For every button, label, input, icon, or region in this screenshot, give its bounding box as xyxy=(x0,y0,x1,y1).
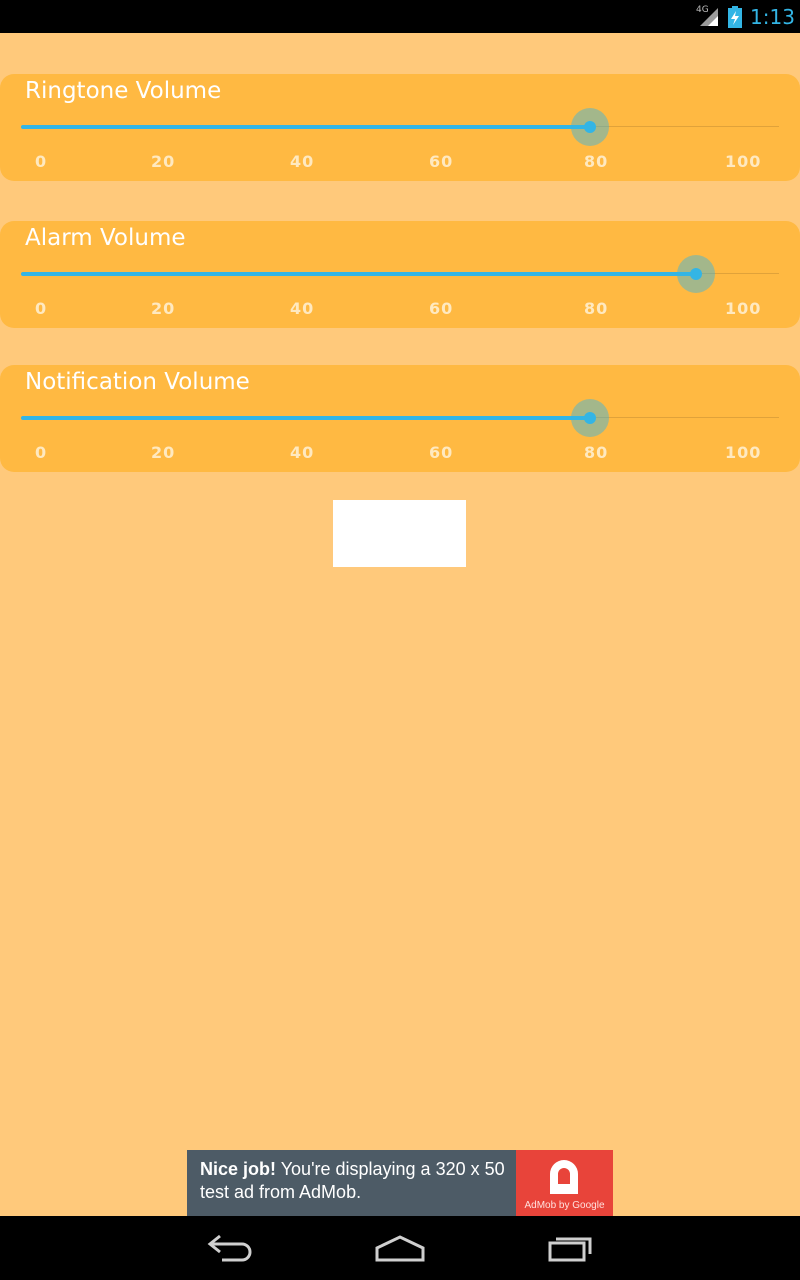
alarm-volume-slider[interactable] xyxy=(21,255,779,293)
scale-label: 60 xyxy=(429,443,454,462)
signal-icon: 4G xyxy=(696,5,720,28)
slider-thumb[interactable] xyxy=(689,268,702,280)
scale-label: 80 xyxy=(584,299,609,318)
scale-label: 0 xyxy=(35,299,48,318)
alarm-volume-card: Alarm Volume 0 20 40 60 80 100 xyxy=(0,221,800,328)
home-button[interactable] xyxy=(370,1230,430,1266)
slider-thumb[interactable] xyxy=(583,412,596,424)
ringtone-volume-card: Ringtone Volume 0 20 40 60 80 100 xyxy=(0,74,800,181)
volume-scale: 0 20 40 60 80 100 xyxy=(0,152,800,172)
battery-charging-icon xyxy=(728,6,742,28)
scale-label: 40 xyxy=(290,443,315,462)
slider-fill xyxy=(21,125,590,129)
notification-volume-card: Notification Volume 0 20 40 60 80 100 xyxy=(0,365,800,472)
volume-scale: 0 20 40 60 80 100 xyxy=(0,299,800,319)
scale-label: 20 xyxy=(151,443,176,462)
scale-label: 80 xyxy=(584,443,609,462)
scale-label: 40 xyxy=(290,152,315,171)
ad-banner[interactable]: Nice job! You're displaying a 320 x 50 t… xyxy=(187,1150,613,1216)
network-type-label: 4G xyxy=(696,5,709,15)
admob-logo: AdMob by Google xyxy=(516,1150,613,1216)
scale-label: 100 xyxy=(725,443,762,462)
ringtone-volume-slider[interactable] xyxy=(21,108,779,146)
back-icon xyxy=(207,1234,252,1262)
scale-label: 20 xyxy=(151,299,176,318)
notification-volume-slider[interactable] xyxy=(21,399,779,437)
scale-label: 40 xyxy=(290,299,315,318)
scale-label: 20 xyxy=(151,152,176,171)
scale-label: 60 xyxy=(429,152,454,171)
scale-label: 60 xyxy=(429,299,454,318)
scale-label: 0 xyxy=(35,152,48,171)
recents-icon xyxy=(548,1237,592,1262)
blank-placeholder xyxy=(333,500,466,567)
recents-button[interactable] xyxy=(540,1230,600,1266)
slider-fill xyxy=(21,416,590,420)
home-icon xyxy=(375,1235,425,1262)
ad-text: Nice job! You're displaying a 320 x 50 t… xyxy=(200,1158,515,1204)
notification-volume-label: Notification Volume xyxy=(25,369,250,395)
admob-logo-text: AdMob by Google xyxy=(524,1200,605,1211)
ad-headline: Nice job! xyxy=(200,1159,277,1179)
back-button[interactable] xyxy=(200,1230,260,1266)
slider-thumb[interactable] xyxy=(583,121,596,133)
ringtone-volume-label: Ringtone Volume xyxy=(25,78,222,104)
admob-icon xyxy=(550,1160,578,1194)
scale-label: 100 xyxy=(725,299,762,318)
scale-label: 0 xyxy=(35,443,48,462)
slider-fill xyxy=(21,272,696,276)
navigation-bar xyxy=(0,1216,800,1280)
scale-label: 80 xyxy=(584,152,609,171)
clock: 1:13 xyxy=(750,5,795,29)
alarm-volume-label: Alarm Volume xyxy=(25,225,186,251)
scale-label: 100 xyxy=(725,152,762,171)
status-bar: 4G 1:13 xyxy=(0,0,800,33)
volume-scale: 0 20 40 60 80 100 xyxy=(0,443,800,463)
